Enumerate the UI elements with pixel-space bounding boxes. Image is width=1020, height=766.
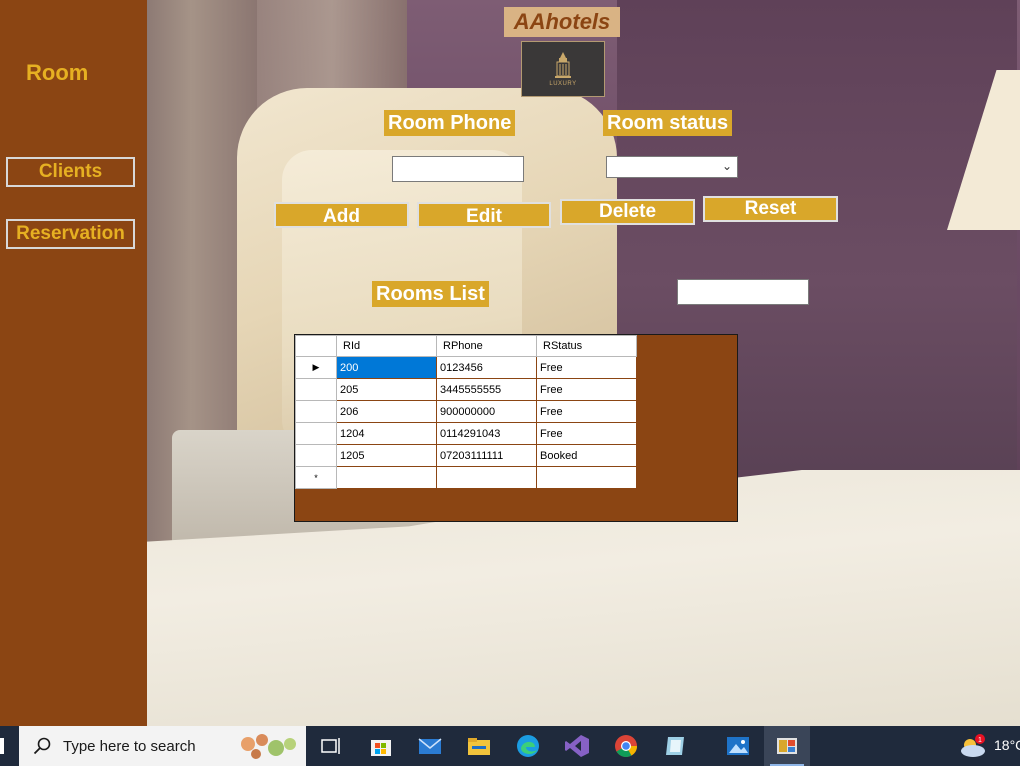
- row-header-corner[interactable]: [295, 335, 337, 357]
- logo-text: LUXURY: [549, 81, 577, 87]
- cell-rstatus[interactable]: Booked: [536, 444, 637, 467]
- visual-studio-icon[interactable]: [564, 734, 590, 758]
- cell-rphone[interactable]: 0114291043: [436, 422, 537, 445]
- table-row[interactable]: 206 900000000 Free: [295, 400, 637, 423]
- current-row-marker[interactable]: ▶: [295, 356, 337, 379]
- search-icon: [33, 737, 51, 755]
- column-header-rid[interactable]: RId: [336, 335, 437, 357]
- clients-button[interactable]: Clients: [6, 157, 135, 187]
- sidebar: Room Clients Reservation: [0, 0, 147, 726]
- edge-icon[interactable]: [515, 734, 541, 758]
- brand-title: AAhotels: [504, 7, 620, 37]
- cell-rid[interactable]: 200: [336, 356, 437, 379]
- rooms-table[interactable]: RId RPhone RStatus ▶ 200 0123456 Free 20…: [295, 335, 637, 489]
- photos-icon[interactable]: [725, 734, 751, 758]
- notepad-app-icon[interactable]: [662, 734, 688, 758]
- taskbar: Type here to search 1 18°: [0, 726, 1020, 766]
- cell-rstatus[interactable]: Free: [536, 422, 637, 445]
- reservation-button[interactable]: Reservation: [6, 219, 135, 249]
- cell-rid[interactable]: 1204: [336, 422, 437, 445]
- cell-rphone[interactable]: 0123456: [436, 356, 537, 379]
- column-header-rphone[interactable]: RPhone: [436, 335, 537, 357]
- cell-rid[interactable]: 205: [336, 378, 437, 401]
- search-input[interactable]: [677, 279, 809, 305]
- cell-rid[interactable]: [336, 466, 437, 489]
- edit-button[interactable]: Edit: [417, 202, 551, 228]
- new-row[interactable]: *: [295, 466, 637, 489]
- active-app-icon: [777, 738, 797, 754]
- cell-rstatus[interactable]: [536, 466, 637, 489]
- room-phone-input[interactable]: [392, 156, 524, 182]
- weather-icon[interactable]: 1: [958, 733, 988, 759]
- cell-rphone[interactable]: [436, 466, 537, 489]
- cell-rid[interactable]: 1205: [336, 444, 437, 467]
- new-row-marker[interactable]: *: [295, 466, 337, 489]
- room-phone-label: Room Phone: [384, 110, 516, 136]
- mail-icon[interactable]: [417, 734, 443, 758]
- cell-rid[interactable]: 206: [336, 400, 437, 423]
- table-row[interactable]: 205 3445555555 Free: [295, 378, 637, 401]
- chevron-down-icon: ⌄: [721, 159, 732, 173]
- microsoft-store-icon[interactable]: [368, 734, 394, 758]
- room-status-label: Room status: [603, 110, 733, 136]
- room-status-select[interactable]: ⌄: [606, 156, 738, 178]
- chrome-icon[interactable]: [613, 734, 639, 758]
- table-header-row: RId RPhone RStatus: [295, 335, 637, 357]
- search-placeholder: Type here to search: [63, 737, 196, 755]
- cell-rstatus[interactable]: Free: [536, 400, 637, 423]
- reset-button[interactable]: Reset: [703, 196, 838, 222]
- start-button[interactable]: [0, 738, 4, 754]
- cell-rstatus[interactable]: Free: [536, 378, 637, 401]
- active-app-highlight[interactable]: [764, 726, 810, 766]
- task-view-icon[interactable]: [318, 734, 344, 758]
- row-header[interactable]: [295, 444, 337, 467]
- table-row[interactable]: 1204 0114291043 Free: [295, 422, 637, 445]
- temperature-text[interactable]: 18°C: [994, 737, 1020, 753]
- add-button[interactable]: Add: [274, 202, 409, 228]
- row-header[interactable]: [295, 400, 337, 423]
- rooms-list-title: Rooms List: [372, 281, 489, 307]
- sidebar-title: Room: [26, 60, 89, 85]
- cell-rphone[interactable]: 07203111111: [436, 444, 537, 467]
- row-header[interactable]: [295, 378, 337, 401]
- table-row[interactable]: 1205 07203111111 Booked: [295, 444, 637, 467]
- row-header[interactable]: [295, 422, 337, 445]
- building-icon: [555, 52, 571, 78]
- flowers-icon: [241, 734, 296, 759]
- cell-rphone[interactable]: 900000000: [436, 400, 537, 423]
- cell-rphone[interactable]: 3445555555: [436, 378, 537, 401]
- cell-rstatus[interactable]: Free: [536, 356, 637, 379]
- column-header-rstatus[interactable]: RStatus: [536, 335, 637, 357]
- weather-badge: 1: [978, 737, 982, 744]
- delete-button[interactable]: Delete: [560, 199, 695, 225]
- taskbar-search[interactable]: Type here to search: [19, 726, 306, 766]
- hotel-logo: LUXURY: [521, 41, 605, 97]
- file-explorer-icon[interactable]: [466, 734, 492, 758]
- rooms-grid[interactable]: RId RPhone RStatus ▶ 200 0123456 Free 20…: [294, 334, 738, 522]
- table-row[interactable]: ▶ 200 0123456 Free: [295, 356, 637, 379]
